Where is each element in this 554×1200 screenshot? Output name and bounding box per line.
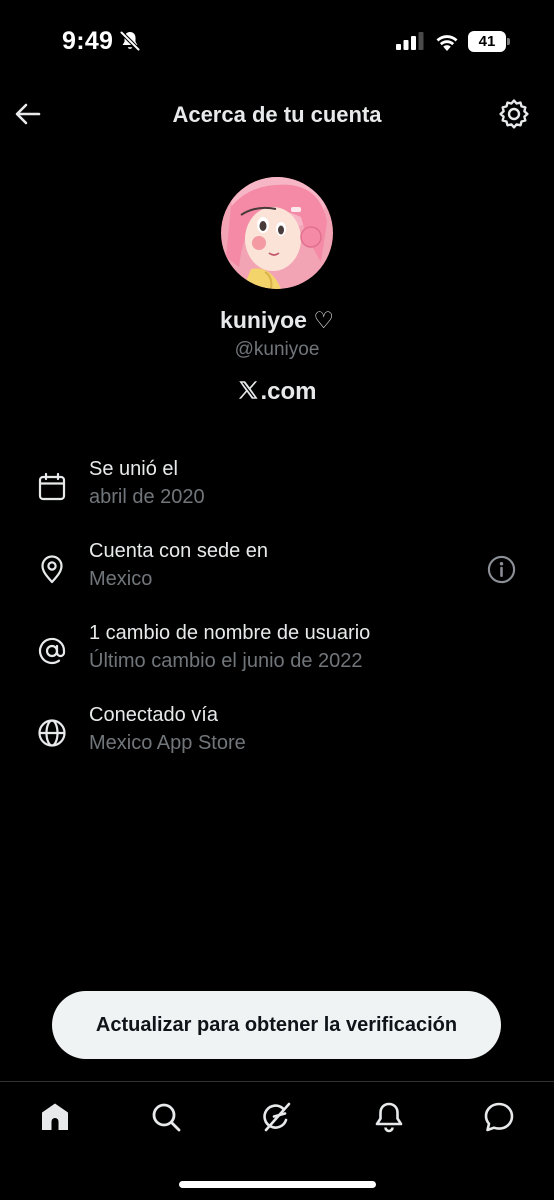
username: @kuniyoe (234, 339, 320, 360)
gear-icon (499, 99, 529, 129)
messages-icon[interactable] (482, 1100, 516, 1134)
bell-icon[interactable] (372, 1100, 406, 1134)
info-row-connected-via: Conectado vía Mexico App Store (0, 704, 554, 764)
avatar[interactable] (221, 177, 333, 289)
header: Acerca de tu cuenta (0, 84, 554, 146)
info-row-location: Cuenta con sede en Mexico (0, 540, 554, 600)
grok-icon[interactable] (260, 1100, 294, 1134)
info-icon (487, 555, 516, 584)
home-icon[interactable] (38, 1100, 72, 1134)
display-name: kuniyoe ♡ (220, 307, 334, 333)
info-subtitle: abril de 2020 (89, 486, 205, 508)
cellular-signal-icon (396, 32, 424, 50)
x-logo-icon (239, 381, 259, 399)
info-title: Conectado vía (89, 704, 218, 726)
status-bar: 9:49 41 (0, 0, 554, 84)
location-pin-icon (41, 555, 63, 584)
calendar-icon (38, 472, 66, 501)
wifi-icon (436, 35, 458, 51)
info-title: 1 cambio de nombre de usuario (89, 622, 371, 644)
info-row-joined: Se unió el abril de 2020 (0, 458, 554, 518)
site-text: .com (260, 378, 317, 405)
upgrade-verification-button[interactable]: Actualizar para obtener la verificación (52, 991, 501, 1059)
info-subtitle: Último cambio el junio de 2022 (89, 650, 363, 672)
battery-icon: 41 (468, 31, 510, 52)
info-title: Se unió el (89, 458, 178, 480)
home-indicator (179, 1181, 376, 1188)
at-sign-icon (38, 637, 66, 665)
info-title: Cuenta con sede en (89, 540, 269, 562)
bell-muted-icon (120, 31, 140, 51)
site-link[interactable]: .com (0, 378, 554, 406)
info-subtitle: Mexico App Store (89, 732, 246, 754)
status-time: 9:49 (62, 27, 114, 55)
page-title: Acerca de tu cuenta (172, 102, 382, 127)
info-row-username-changes: 1 cambio de nombre de usuario Último cam… (0, 622, 554, 682)
settings-button[interactable] (497, 97, 531, 131)
info-subtitle: Mexico (89, 568, 153, 590)
search-icon[interactable] (149, 1100, 183, 1134)
battery-level: 41 (478, 33, 496, 50)
globe-icon (38, 719, 66, 747)
info-button[interactable] (486, 554, 517, 585)
